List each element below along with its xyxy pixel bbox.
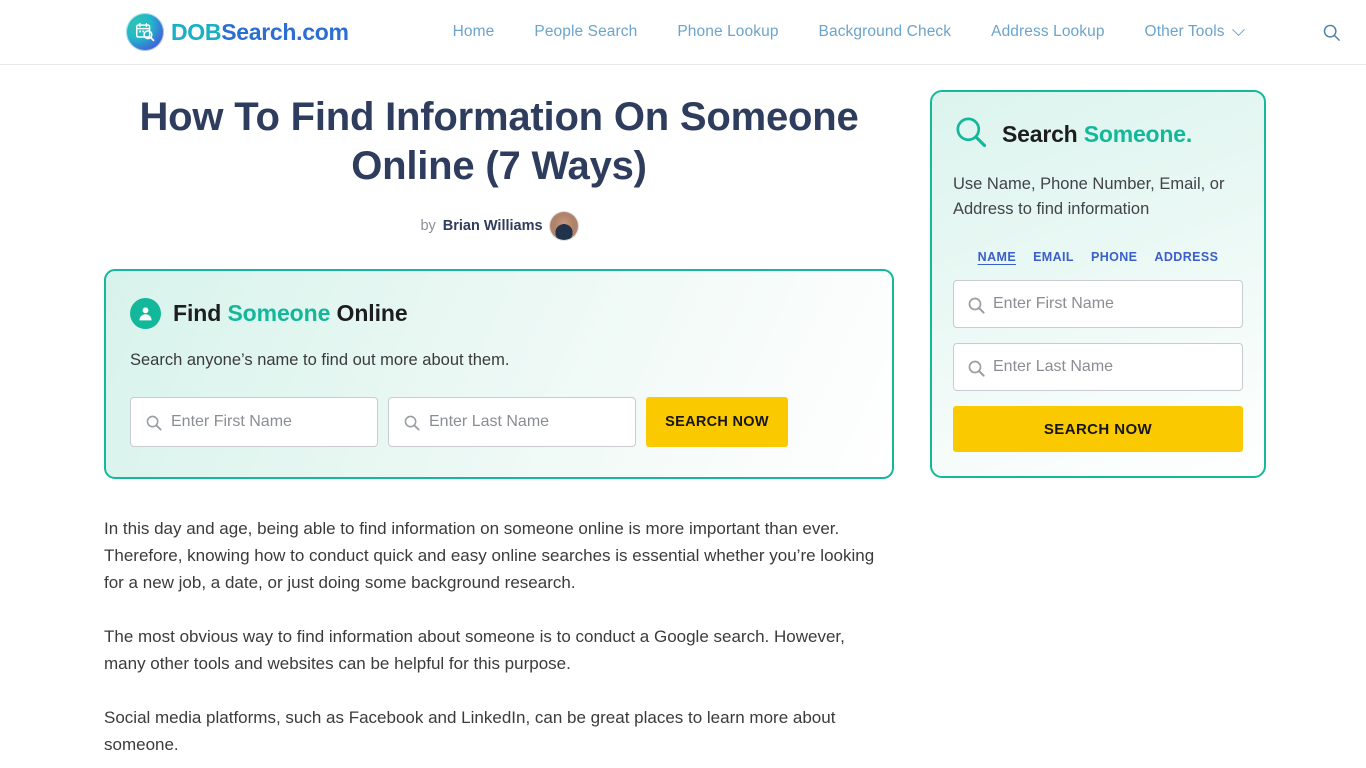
brand-text-dob: DOB <box>171 18 222 45</box>
sidebar-search-now-button[interactable]: SEARCH NOW <box>953 406 1243 452</box>
search-someone-widget-subtitle: Use Name, Phone Number, Email, or Addres… <box>953 175 1225 218</box>
tab-email[interactable]: EMAIL <box>1033 250 1074 265</box>
brand-wordmark: DOBSearch.com <box>171 19 349 46</box>
search-icon <box>145 414 163 437</box>
nav-item-background-check[interactable]: Background Check <box>819 23 952 41</box>
search-icon <box>403 414 421 437</box>
find-someone-card-subtitle: Search anyone’s name to find out more ab… <box>130 351 510 369</box>
site-header: DOBSearch.com Home People Search Phone L… <box>0 0 1366 65</box>
nav-item-home[interactable]: Home <box>453 23 495 41</box>
article-column: How To Find Information On Someone Onlin… <box>104 65 894 768</box>
search-someone-widget-header: Search Someone. <box>953 114 1243 155</box>
author-name: Brian Williams <box>442 218 543 234</box>
last-name-field[interactable] <box>388 397 636 447</box>
find-someone-card-header: Find Someone Online <box>130 298 868 329</box>
search-icon <box>1322 24 1341 45</box>
author-avatar <box>549 212 578 240</box>
nav-item-people-search[interactable]: People Search <box>534 23 637 41</box>
site-logo-link[interactable]: DOBSearch.com <box>126 13 349 51</box>
card-title-part1: Find <box>173 300 228 326</box>
search-someone-widget-title: Search Someone. <box>1002 121 1192 148</box>
search-someone-widget: Search Someone. Use Name, Phone Number, … <box>930 90 1266 478</box>
sidebar-first-name-field[interactable] <box>953 280 1243 328</box>
main-navigation: Home People Search Phone Lookup Backgrou… <box>453 22 1341 42</box>
chevron-down-icon <box>1231 22 1245 36</box>
search-type-tabs: NAME EMAIL PHONE ADDRESS <box>953 250 1243 265</box>
search-now-button[interactable]: SEARCH NOW <box>646 397 788 447</box>
search-icon <box>967 296 986 320</box>
page-title: How To Find Information On Someone Onlin… <box>139 95 859 188</box>
sidebar-first-name-input[interactable] <box>993 295 1242 313</box>
article-body: In this day and age, being able to find … <box>104 515 894 758</box>
search-icon <box>967 359 986 383</box>
tab-phone[interactable]: PHONE <box>1091 250 1137 265</box>
nav-item-phone-lookup[interactable]: Phone Lookup <box>677 23 778 41</box>
tab-address[interactable]: ADDRESS <box>1154 250 1218 265</box>
person-icon <box>130 298 161 329</box>
first-name-input[interactable] <box>171 413 377 431</box>
tab-name[interactable]: NAME <box>978 250 1016 265</box>
search-icon <box>953 114 989 155</box>
page-body: How To Find Information On Someone Onlin… <box>0 65 1366 768</box>
sidebar-column: Search Someone. Use Name, Phone Number, … <box>930 65 1266 478</box>
nav-item-other-tools[interactable]: Other Tools <box>1144 22 1245 41</box>
last-name-input[interactable] <box>429 413 635 431</box>
card-title-part2: Online <box>330 300 408 326</box>
nav-item-other-tools-label: Other Tools <box>1144 23 1225 40</box>
article-paragraph-2: The most obvious way to find information… <box>104 627 845 673</box>
sidebar-last-name-field[interactable] <box>953 343 1243 391</box>
side-title-part1: Search <box>1002 121 1084 147</box>
card-title-accent: Someone <box>227 300 331 326</box>
byline-prefix: by <box>420 218 436 234</box>
first-name-field[interactable] <box>130 397 378 447</box>
find-someone-card: Find Someone Online Search anyone’s name… <box>104 269 894 479</box>
calendar-search-icon <box>126 13 164 51</box>
article-paragraph-3: Social media platforms, such as Facebook… <box>104 708 836 754</box>
byline: by Brian Williams <box>104 212 894 240</box>
sidebar-last-name-input[interactable] <box>993 358 1242 376</box>
find-someone-card-title: Find Someone Online <box>173 300 408 327</box>
nav-item-address-lookup[interactable]: Address Lookup <box>991 23 1104 41</box>
find-someone-search-form: SEARCH NOW <box>130 397 868 447</box>
article-paragraph-1: In this day and age, being able to find … <box>104 519 875 592</box>
brand-text-search: Search.com <box>221 18 349 45</box>
side-title-accent: Someone. <box>1083 121 1193 147</box>
header-search-button[interactable] <box>1322 23 1341 42</box>
